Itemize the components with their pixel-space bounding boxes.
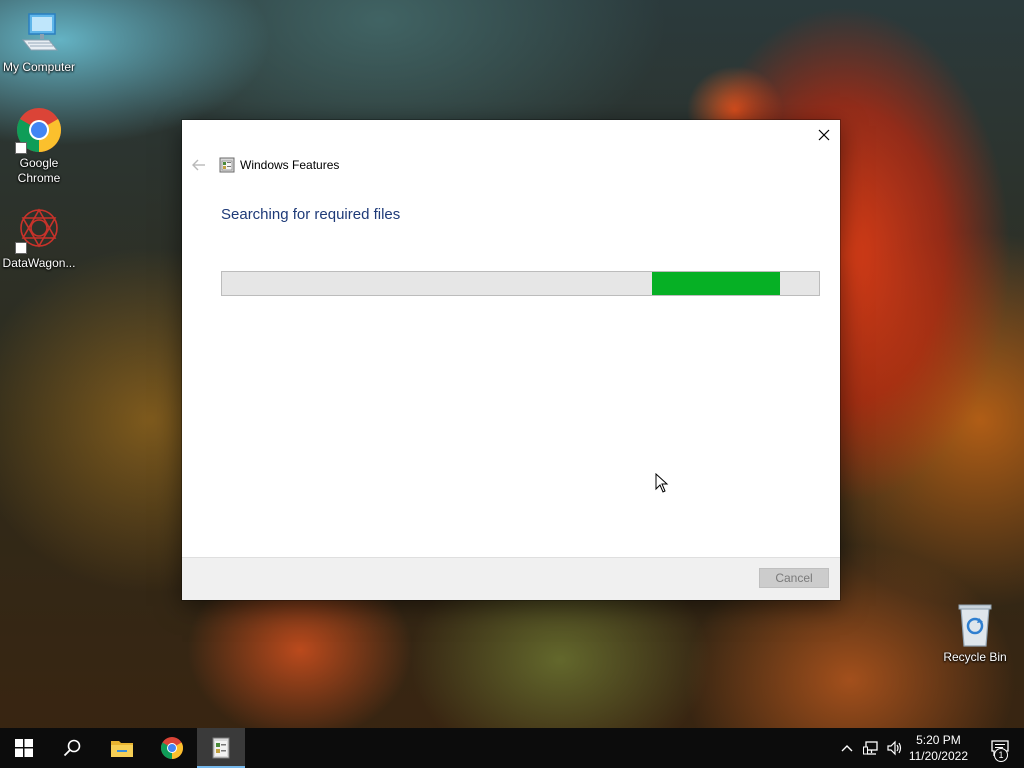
taskbar-file-explorer[interactable] bbox=[98, 728, 146, 768]
close-button[interactable] bbox=[808, 120, 840, 150]
computer-icon bbox=[15, 10, 63, 58]
status-heading: Searching for required files bbox=[221, 206, 401, 223]
chrome-icon bbox=[15, 106, 63, 154]
chrome-icon bbox=[161, 737, 183, 759]
mouse-cursor-icon bbox=[655, 472, 669, 494]
desktop-icon-my-computer[interactable]: My Computer bbox=[1, 10, 77, 75]
show-hidden-icons-chevron-icon[interactable] bbox=[839, 740, 855, 756]
progress-bar-fill bbox=[651, 272, 781, 295]
notification-count-badge: 1 bbox=[994, 748, 1008, 762]
desktop-icon-label: My Computer bbox=[2, 60, 76, 74]
search-icon bbox=[63, 739, 81, 757]
taskbar-chrome[interactable] bbox=[148, 728, 196, 768]
dialog-footer: Cancel bbox=[182, 557, 840, 600]
desktop-icon-label: DataWagon... bbox=[2, 256, 76, 270]
clock-time: 5:20 PM bbox=[916, 733, 961, 747]
start-button[interactable] bbox=[0, 728, 48, 768]
windows-logo-icon bbox=[15, 739, 33, 757]
shortcut-arrow-icon bbox=[15, 142, 27, 154]
desktop-icon-label: Google Chrome bbox=[17, 156, 61, 185]
recycle-bin-icon bbox=[951, 600, 999, 648]
dialog-title: Windows Features bbox=[240, 158, 340, 172]
desktop-icon-recycle-bin[interactable]: Recycle Bin bbox=[937, 600, 1013, 665]
cancel-button[interactable]: Cancel bbox=[759, 568, 829, 588]
close-icon bbox=[818, 129, 830, 141]
clock-date: 11/20/2022 bbox=[908, 749, 968, 763]
desktop-icon-label: Recycle Bin bbox=[943, 650, 1007, 664]
system-clock[interactable]: 5:20 PM 11/20/2022 bbox=[909, 732, 968, 764]
desktop-icon-google-chrome[interactable]: Google Chrome bbox=[1, 106, 77, 186]
search-button[interactable] bbox=[48, 728, 96, 768]
back-arrow-icon bbox=[192, 159, 205, 171]
file-explorer-icon bbox=[111, 741, 133, 757]
windows-features-icon bbox=[212, 737, 230, 759]
network-icon[interactable] bbox=[863, 740, 879, 756]
action-center-button[interactable]: 1 bbox=[984, 728, 1016, 768]
desktop-icon-datawagon[interactable]: DataWagon... bbox=[1, 206, 77, 271]
shortcut-arrow-icon bbox=[15, 242, 27, 254]
back-button[interactable] bbox=[191, 157, 207, 173]
volume-icon[interactable] bbox=[887, 740, 903, 756]
windows-features-icon bbox=[219, 157, 235, 173]
taskbar: 5:20 PM 11/20/2022 1 bbox=[0, 728, 1024, 768]
taskbar-windows-features[interactable] bbox=[197, 728, 245, 768]
windows-features-dialog: Windows Features Searching for required … bbox=[182, 120, 840, 600]
datawagon-icon bbox=[15, 206, 63, 254]
progress-bar bbox=[221, 271, 820, 296]
